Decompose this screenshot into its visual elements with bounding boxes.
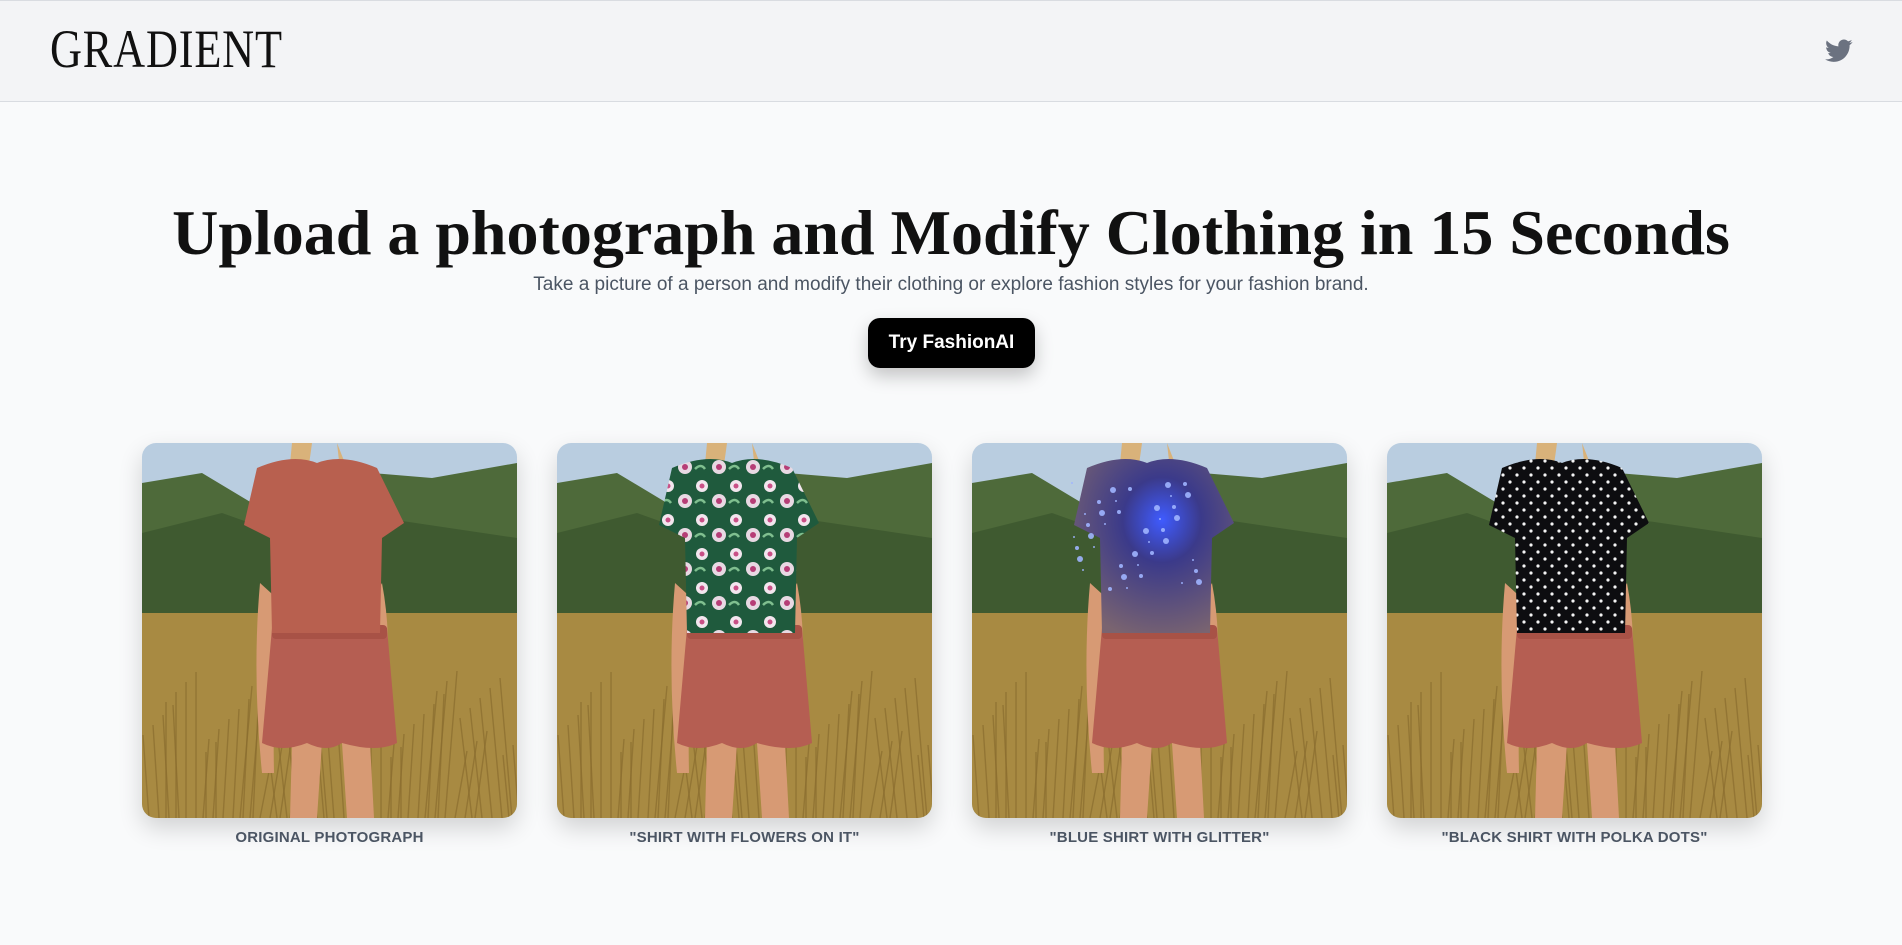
gallery-caption: ORIGINAL PHOTOGRAPH <box>235 829 424 846</box>
twitter-icon[interactable] <box>1825 39 1853 63</box>
gallery-image-original <box>142 443 517 818</box>
top-navbar: GRADIENT <box>0 0 1902 102</box>
gallery-image-glitter <box>972 443 1347 818</box>
brand-logo[interactable]: GRADIENT <box>50 19 283 79</box>
try-fashionai-button[interactable]: Try FashionAI <box>868 318 1035 368</box>
gallery-image-flowers <box>557 443 932 818</box>
gallery-caption: "BLACK SHIRT WITH POLKA DOTS" <box>1441 829 1708 846</box>
hero-subtitle: Take a picture of a person and modify th… <box>533 274 1369 295</box>
gallery-caption: "BLUE SHIRT WITH GLITTER" <box>1049 829 1270 846</box>
gallery-caption: "SHIRT WITH FLOWERS ON IT" <box>629 829 860 846</box>
gallery-image-polka-dots <box>1387 443 1762 818</box>
hero-title: Upload a photograph and Modify Clothing … <box>172 197 1730 268</box>
